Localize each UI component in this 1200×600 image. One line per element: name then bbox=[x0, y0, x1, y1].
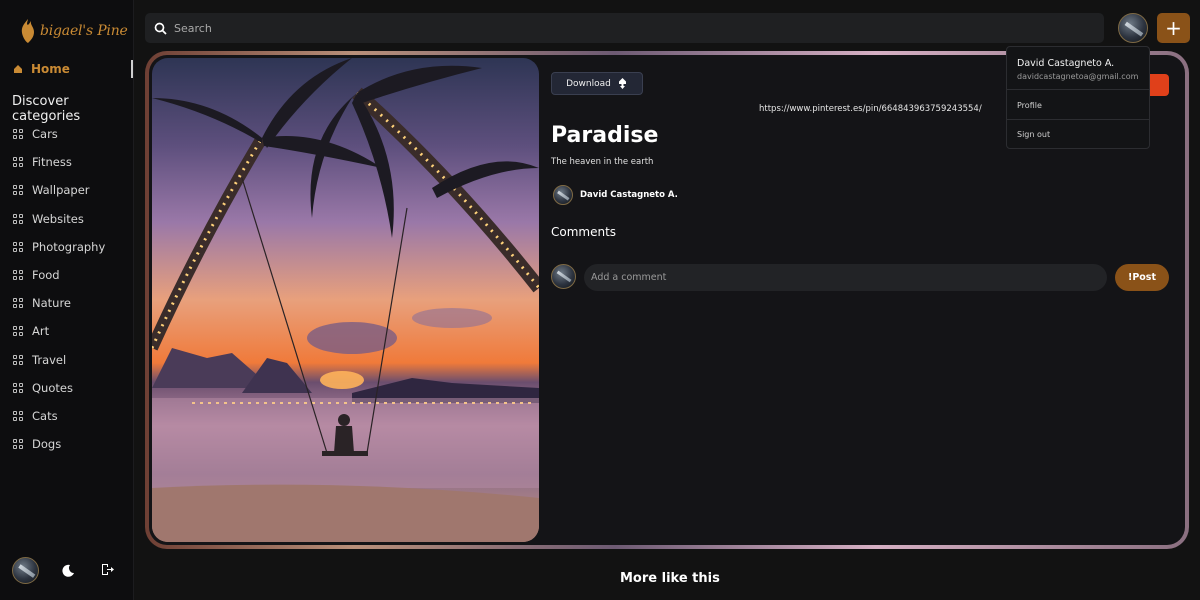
comment-composer: !Post bbox=[551, 264, 1169, 291]
sidebar-item-travel[interactable]: Travel bbox=[13, 346, 105, 374]
sidebar-item-label: Cats bbox=[32, 408, 58, 423]
menu-user-email: davidcastagnetoa@gmail.com bbox=[1017, 72, 1139, 81]
flame-logo-icon bbox=[21, 19, 34, 43]
grid-icon bbox=[13, 326, 23, 337]
avatar[interactable] bbox=[12, 557, 39, 584]
sidebar: bigael's Pine Home Discover categories C… bbox=[0, 0, 134, 600]
sidebar-item-dogs[interactable]: Dogs bbox=[13, 430, 105, 458]
download-button[interactable]: Download bbox=[551, 72, 643, 95]
sidebar-item-cars[interactable]: Cars bbox=[13, 120, 105, 148]
grid-icon bbox=[13, 157, 23, 168]
menu-item-sign-out[interactable]: Sign out bbox=[1017, 130, 1050, 139]
logout-icon[interactable] bbox=[100, 562, 115, 577]
sidebar-item-label: Dogs bbox=[32, 437, 62, 452]
sidebar-item-label: Fitness bbox=[32, 155, 72, 170]
sidebar-item-label: Photography bbox=[32, 239, 106, 254]
brand-name: bigael's Pine bbox=[40, 23, 128, 39]
grid-icon bbox=[13, 213, 23, 224]
user-dropdown-menu: David Castagneto A. davidcastagnetoa@gma… bbox=[1006, 46, 1150, 149]
comment-input[interactable] bbox=[584, 264, 1107, 291]
sidebar-item-label: Nature bbox=[32, 296, 71, 311]
grid-icon bbox=[13, 185, 23, 196]
grid-icon bbox=[13, 270, 23, 281]
pin-description: The heaven in the earth bbox=[551, 157, 654, 167]
download-label: Download bbox=[566, 78, 611, 89]
grid-icon bbox=[13, 439, 23, 450]
sidebar-item-label: Wallpaper bbox=[32, 183, 90, 198]
pin-source-link[interactable]: https://www.pinterest.es/pin/66484396375… bbox=[759, 104, 982, 114]
sidebar-item-fitness[interactable]: Fitness bbox=[13, 148, 105, 176]
avatar bbox=[553, 185, 573, 205]
add-pin-button[interactable]: + bbox=[1157, 13, 1190, 43]
grid-icon bbox=[13, 354, 23, 365]
sidebar-item-quotes[interactable]: Quotes bbox=[13, 374, 105, 402]
grid-icon bbox=[13, 298, 23, 309]
search-bar[interactable] bbox=[145, 13, 1104, 43]
divider bbox=[1007, 89, 1149, 90]
brand-logo[interactable]: bigael's Pine bbox=[18, 14, 128, 48]
pin-title: Paradise bbox=[551, 123, 659, 148]
sidebar-item-label: Travel bbox=[32, 352, 67, 367]
sidebar-item-label: Art bbox=[32, 324, 50, 339]
sidebar-footer bbox=[12, 557, 114, 584]
pin-author[interactable]: David Castagneto A. bbox=[553, 185, 678, 205]
menu-item-profile[interactable]: Profile bbox=[1017, 101, 1042, 110]
menu-user-name: David Castagneto A. bbox=[1017, 58, 1115, 69]
search-icon bbox=[154, 22, 167, 35]
grid-icon bbox=[13, 410, 23, 421]
sidebar-item-label: Cars bbox=[32, 127, 58, 142]
sidebar-item-food[interactable]: Food bbox=[13, 261, 105, 289]
avatar bbox=[551, 264, 576, 289]
sidebar-item-photography[interactable]: Photography bbox=[13, 233, 105, 261]
grid-icon bbox=[13, 382, 23, 393]
sidebar-item-nature[interactable]: Nature bbox=[13, 289, 105, 317]
active-indicator bbox=[131, 60, 133, 78]
sidebar-item-label: Websites bbox=[32, 211, 84, 226]
author-name: David Castagneto A. bbox=[580, 190, 678, 200]
category-list: Cars Fitness Wallpaper Websites Photogra… bbox=[13, 120, 105, 458]
user-avatar-button[interactable] bbox=[1118, 13, 1148, 43]
pin-image[interactable] bbox=[152, 58, 539, 542]
divider bbox=[1007, 119, 1149, 120]
sidebar-item-label: Home bbox=[31, 62, 70, 76]
post-comment-button[interactable]: !Post bbox=[1115, 264, 1169, 291]
sidebar-item-label: Quotes bbox=[32, 380, 73, 395]
sidebar-item-art[interactable]: Art bbox=[13, 317, 105, 345]
sidebar-item-wallpaper[interactable]: Wallpaper bbox=[13, 176, 105, 204]
sidebar-item-websites[interactable]: Websites bbox=[13, 205, 105, 233]
grid-icon bbox=[13, 241, 23, 252]
search-input[interactable] bbox=[174, 21, 1074, 35]
sidebar-item-label: Food bbox=[32, 268, 60, 283]
comments-heading: Comments bbox=[551, 225, 617, 239]
pin-image-illustration bbox=[152, 58, 539, 542]
sidebar-item-home[interactable]: Home bbox=[0, 58, 134, 80]
download-icon bbox=[618, 78, 626, 89]
moon-icon[interactable] bbox=[62, 564, 75, 577]
home-icon bbox=[14, 65, 22, 73]
grid-icon bbox=[13, 129, 23, 140]
sidebar-item-cats[interactable]: Cats bbox=[13, 402, 105, 430]
more-like-this-heading: More like this bbox=[620, 571, 720, 586]
